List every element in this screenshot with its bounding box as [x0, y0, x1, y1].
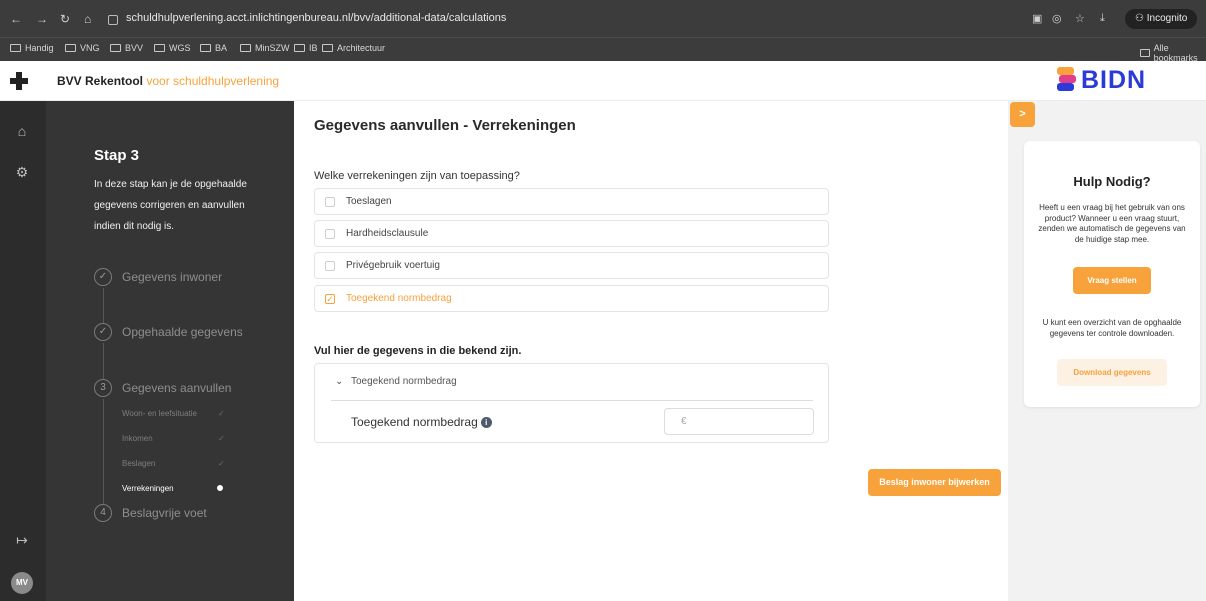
step-check-icon: ✓ [94, 323, 112, 341]
folder-icon [154, 44, 165, 52]
check-icon: ✓ [218, 434, 225, 443]
home-icon[interactable]: ⌂ [84, 13, 91, 25]
star-icon[interactable]: ☆ [1075, 12, 1085, 25]
checkbox[interactable] [325, 197, 335, 207]
step-title: Stap 3 [94, 147, 140, 164]
bookmark-folder[interactable]: BA [200, 43, 227, 53]
field-label: Toegekend normbedrag i [351, 415, 492, 429]
folder-icon [10, 44, 21, 52]
collapse-panel-button[interactable]: > [1010, 102, 1035, 127]
avatar[interactable]: MV [11, 572, 33, 594]
checkbox[interactable] [325, 229, 335, 239]
download-text: U kunt een overzicht van de opghaalde ge… [1042, 318, 1182, 338]
folder-icon [322, 44, 333, 52]
step-gegevens-inwoner[interactable]: Gegevens inwoner [122, 270, 222, 284]
download-data-button[interactable]: Download gegevens [1057, 359, 1167, 386]
step-number: 3 [94, 379, 112, 397]
accordion-toegekend-normbedrag: ⌄ Toegekend normbedrag Toegekend normbed… [314, 363, 829, 443]
bookmark-folder[interactable]: IB [294, 43, 318, 53]
step-check-icon: ✓ [94, 268, 112, 286]
checkbox-checked[interactable]: ✓ [325, 294, 335, 304]
substep-beslagen[interactable]: Beslagen [122, 459, 155, 468]
normbedrag-input[interactable]: € [664, 408, 814, 435]
all-bookmarks[interactable]: Alle bookmarks [1140, 43, 1206, 63]
help-text: Heeft u een vraag bij het gebruik van on… [1038, 203, 1186, 244]
section-title: Vul hier de gegevens in die bekend zijn. [314, 345, 522, 357]
folder-icon [65, 44, 76, 52]
step-beslagvrije-voet[interactable]: Beslagvrije voet [122, 506, 207, 520]
step-connector [103, 288, 104, 323]
folder-icon [110, 44, 121, 52]
folder-icon [294, 44, 305, 52]
eye-off-icon[interactable]: ◎ [1052, 12, 1062, 25]
help-card: Hulp Nodig? Heeft u een vraag bij het ge… [1024, 141, 1200, 407]
update-beslag-button[interactable]: Beslag inwoner bijwerken [868, 469, 1001, 496]
page-title: Gegevens aanvullen - Verrekeningen [314, 117, 576, 134]
ask-question-button[interactable]: Vraag stellen [1073, 267, 1151, 294]
option-hardheidsclausule[interactable]: Hardheidsclausule [314, 220, 829, 247]
folder-icon [1140, 49, 1150, 57]
folder-icon [200, 44, 211, 52]
step-description: In deze stap kan je de opgehaalde gegeve… [94, 179, 247, 232]
step-opgehaalde-gegevens[interactable]: Opgehaalde gegevens [122, 325, 243, 339]
bookmark-folder[interactable]: VNG [65, 43, 100, 53]
accordion-title[interactable]: Toegekend normbedrag [351, 376, 457, 387]
plus-logo-icon[interactable] [8, 70, 30, 92]
reload-icon[interactable]: ↻ [60, 13, 70, 25]
option-toegekend-normbedrag[interactable]: ✓ Toegekend normbedrag [314, 285, 829, 312]
logout-icon[interactable]: ↦ [13, 531, 31, 549]
checkbox[interactable] [325, 261, 335, 271]
option-privegebruik-voertuig[interactable]: Privégebruik voertuig [314, 252, 829, 279]
active-dot-icon [217, 485, 223, 491]
bookmark-folder[interactable]: Architectuur [322, 43, 385, 53]
download-icon[interactable]: ⤓ [1100, 12, 1105, 25]
substep-inkomen[interactable]: Inkomen [122, 434, 153, 443]
step-connector [103, 399, 104, 504]
gear-icon[interactable]: ⚙ [13, 163, 31, 181]
substep-verrekeningen[interactable]: Verrekeningen [122, 484, 174, 493]
back-icon[interactable]: ← [10, 13, 22, 25]
forward-icon[interactable]: → [36, 13, 48, 25]
translate-icon[interactable]: ▣ [1032, 12, 1042, 25]
check-icon: ✓ [218, 409, 225, 418]
brand-name: BIDN [1081, 66, 1147, 94]
check-icon: ✓ [218, 459, 225, 468]
incognito-badge[interactable]: ⚇ Incognito [1125, 9, 1198, 29]
step-number: 4 [94, 504, 112, 522]
bookmark-folder[interactable]: Handig [10, 43, 54, 53]
question-label: Welke verrekeningen zijn van toepassing? [314, 170, 520, 182]
step-connector [103, 343, 104, 379]
bookmark-folder[interactable]: BVV [110, 43, 143, 53]
incognito-icon: ⚇ [1135, 13, 1144, 24]
divider [331, 400, 813, 401]
home-icon[interactable]: ⌂ [13, 122, 31, 140]
address-bar[interactable]: schuldhulpverlening.acct.inlichtingenbur… [126, 12, 506, 24]
folder-icon [240, 44, 251, 52]
site-info-icon[interactable] [108, 15, 118, 25]
step-gegevens-aanvullen[interactable]: Gegevens aanvullen [122, 381, 231, 395]
substep-woon-leefsituatie[interactable]: Woon- en leefsituatie [122, 409, 197, 418]
bookmark-folder[interactable]: WGS [154, 43, 191, 53]
option-toeslagen[interactable]: Toeslagen [314, 188, 829, 215]
app-title: BVV Rekentool voor schuldhulpverlening [57, 74, 280, 88]
help-title: Hulp Nodig? [1073, 174, 1151, 189]
bookmark-folder[interactable]: MinSZW [240, 43, 290, 53]
info-icon[interactable]: i [480, 417, 492, 428]
chevron-down-icon[interactable]: ⌄ [335, 376, 343, 387]
